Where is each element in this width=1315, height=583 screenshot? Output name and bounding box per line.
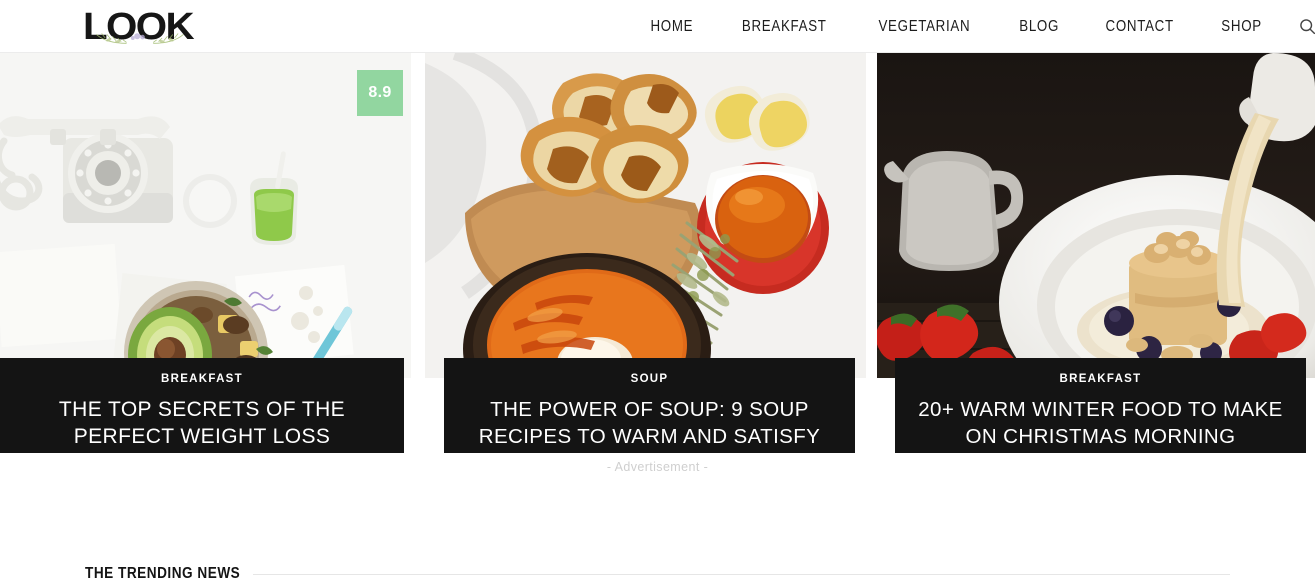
search-icon[interactable] — [1296, 15, 1315, 39]
slide-2[interactable] — [425, 53, 866, 378]
slide-2-category[interactable]: SOUP — [464, 373, 835, 385]
advertisement-label: - Advertisement - — [606, 460, 709, 474]
slide-1-caption[interactable]: BREAKFAST THE TOP SECRETS OF THE PERFECT… — [0, 358, 404, 453]
nav-item-home[interactable]: HOME — [634, 18, 709, 36]
site-logo[interactable]: LOOK — [83, 0, 195, 53]
slide-3-category[interactable]: BREAKFAST — [915, 373, 1286, 385]
nav-item-vegetarian[interactable]: VEGETARIAN — [862, 18, 986, 36]
slide-3-image — [877, 53, 1315, 378]
featured-slider: 8.9 BREAKFAST THE TOP SECRETS OF THE PER… — [0, 53, 1315, 453]
slide-1-category[interactable]: BREAKFAST — [20, 373, 384, 385]
nav-item-blog[interactable]: BLOG — [1003, 18, 1075, 36]
slide-2-caption[interactable]: SOUP THE POWER OF SOUP: 9 SOUP RECIPES T… — [444, 358, 855, 453]
trending-section-header: THE TRENDING NEWS — [85, 565, 1230, 583]
slide-1-image — [0, 53, 411, 378]
main-navigation: HOME BREAKFAST VEGETARIAN BLOG CONTACT S… — [628, 0, 1315, 53]
trending-title: THE TRENDING NEWS — [85, 565, 241, 582]
site-header: LOOK HOME BREAKFAST VEGETARIAN BLOG CONT… — [0, 0, 1315, 53]
slide-1[interactable]: 8.9 — [0, 53, 411, 378]
slide-3[interactable] — [877, 53, 1315, 378]
slide-1-title[interactable]: THE TOP SECRETS OF THE PERFECT WEIGHT LO… — [20, 396, 384, 453]
logo-text: LOOK — [83, 5, 195, 48]
nav-item-contact[interactable]: CONTACT — [1089, 18, 1190, 36]
trending-divider — [252, 573, 1230, 575]
nav-item-shop[interactable]: SHOP — [1205, 18, 1278, 36]
nav-item-breakfast[interactable]: BREAKFAST — [725, 18, 842, 36]
slide-2-image — [425, 53, 866, 378]
slide-2-title[interactable]: THE POWER OF SOUP: 9 SOUP RECIPES TO WAR… — [464, 396, 835, 450]
rating-badge: 8.9 — [357, 70, 403, 116]
slide-3-caption[interactable]: BREAKFAST 20+ WARM WINTER FOOD TO MAKE O… — [895, 358, 1306, 453]
slide-3-title[interactable]: 20+ WARM WINTER FOOD TO MAKE ON CHRISTMA… — [915, 396, 1286, 450]
